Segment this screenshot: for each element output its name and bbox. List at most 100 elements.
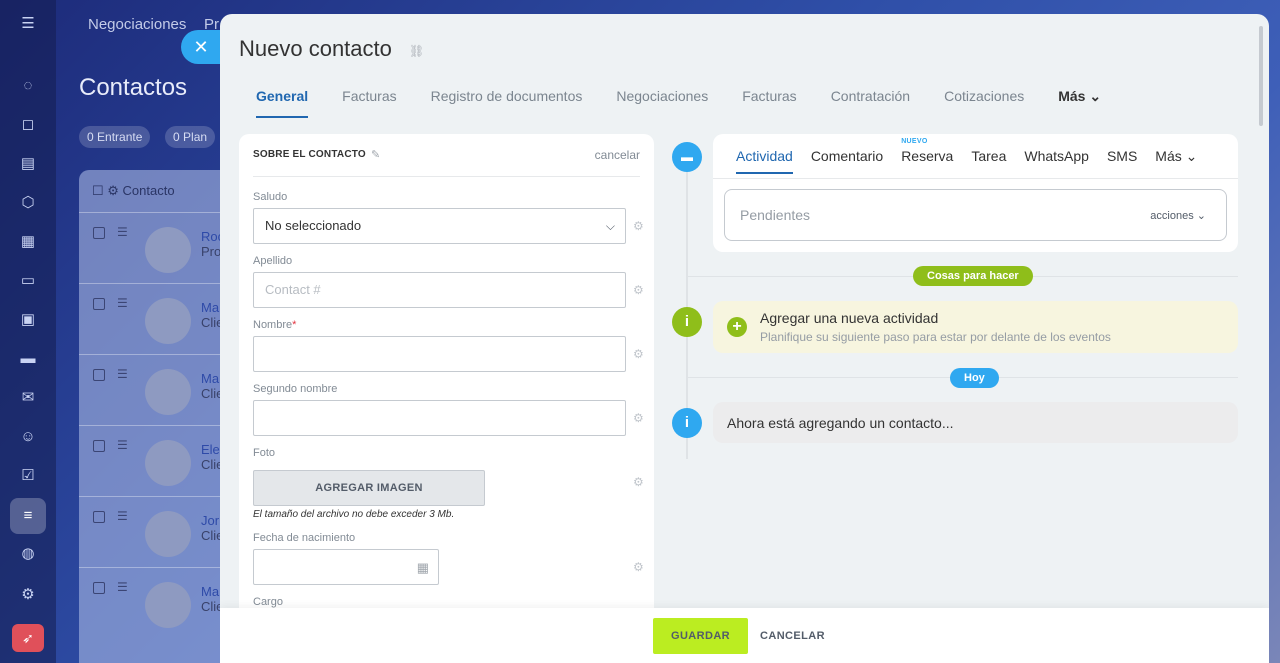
check-icon[interactable]: ☑ — [18, 466, 38, 486]
activity-editor-card: Actividad Comentario NUEVO Reserva Tarea … — [713, 134, 1238, 252]
table-row[interactable]: ☰ Ma Clie — [79, 283, 229, 354]
pending-label: Pendientes — [740, 207, 811, 223]
table-row[interactable]: ☰ Ele Clie — [79, 425, 229, 496]
gear-icon[interactable]: ⚙ — [633, 219, 644, 233]
tab-facturas[interactable]: Facturas — [342, 88, 396, 118]
tab-contratacion[interactable]: Contratación — [831, 88, 910, 118]
actions-dropdown[interactable]: acciones ⌄ — [1150, 209, 1206, 222]
table-row[interactable]: ☰ Ma Clie — [79, 354, 229, 425]
bg-chip-entrante[interactable]: 0 Entrante — [79, 126, 151, 148]
gear-icon[interactable]: ⚙ — [633, 347, 644, 361]
users-icon[interactable]: ☺ — [18, 427, 38, 447]
avatar — [145, 227, 191, 273]
avatar — [145, 582, 191, 628]
photo-label: Foto — [253, 447, 276, 459]
gear-icon[interactable]: ⚙ — [633, 283, 644, 297]
add-activity-title: Agregar una nueva actividad — [760, 310, 939, 326]
info-icon: i — [672, 408, 702, 438]
bg-nav-deals[interactable]: Negociaciones — [88, 16, 186, 33]
tab-negociaciones[interactable]: Negociaciones — [616, 88, 708, 118]
tab-sms[interactable]: SMS — [1107, 148, 1137, 174]
salutation-value: No seleccionado — [265, 218, 362, 233]
file-size-note: El tamaño del archivo no debe exceder 3 … — [253, 509, 455, 520]
tab-tarea[interactable]: Tarea — [971, 148, 1006, 174]
new-badge: NUEVO — [901, 138, 928, 145]
filter-icon[interactable]: ≡ — [18, 506, 38, 526]
card-icon[interactable]: ▬ — [18, 349, 38, 369]
tab-general[interactable]: General — [256, 88, 309, 118]
position-label: Cargo — [253, 596, 283, 608]
tab-more[interactable]: Más ⌄ — [1058, 88, 1101, 118]
bg-chip-plan[interactable]: 0 Plan — [165, 126, 216, 148]
tab-comentario[interactable]: Comentario — [811, 148, 883, 174]
contact-form-card: SOBRE EL CONTACTO ✎ cancelar Saludo No s… — [239, 134, 654, 654]
pencil-icon[interactable]: ✎ — [371, 148, 380, 161]
info-icon: i — [672, 307, 702, 337]
mail-icon[interactable]: ✉ — [18, 388, 38, 408]
add-activity-card[interactable]: + Agregar una nueva actividad Planifique… — [713, 301, 1238, 353]
scrollbar[interactable] — [1259, 26, 1263, 126]
slider-footer: GUARDAR CANCELAR — [220, 608, 1269, 663]
tab-reserva[interactable]: NUEVO Reserva — [901, 138, 953, 174]
salutation-select[interactable]: No seleccionado ⌵ — [253, 208, 626, 244]
calendar-icon[interactable]: ▦ — [417, 560, 429, 576]
tab-whatsapp[interactable]: WhatsApp — [1024, 148, 1089, 174]
tab-facturas-2[interactable]: Facturas — [742, 88, 796, 118]
link-icon[interactable]: ⛓ — [409, 44, 424, 58]
tab-cotizaciones[interactable]: Cotizaciones — [944, 88, 1024, 118]
avatar — [145, 298, 191, 344]
feed-icon[interactable]: ▤ — [18, 154, 38, 174]
bg-page-title: Contactos — [79, 74, 188, 101]
gear-icon[interactable]: ⚙ — [633, 411, 644, 425]
now-adding-card: Ahora está agregando un contacto... — [713, 402, 1238, 443]
pending-box[interactable]: Pendientes acciones ⌄ — [724, 189, 1227, 241]
rocket-icon[interactable]: ◌ — [18, 76, 38, 96]
cancel-button[interactable]: CANCELAR — [760, 618, 825, 654]
chevron-down-icon: ⌄ — [1185, 148, 1198, 164]
tab-actividad[interactable]: Actividad — [736, 148, 793, 174]
chat-icon[interactable]: ◻ — [18, 115, 38, 135]
close-slider-button[interactable]: ✕ — [181, 30, 221, 64]
menu-icon[interactable]: ☰ — [18, 14, 38, 34]
add-activity-subtitle: Planifique su siguiente paso para estar … — [760, 330, 1111, 344]
divider — [253, 176, 640, 177]
now-adding-text: Ahora está agregando un contacto... — [727, 415, 954, 431]
tab-registro-documentos[interactable]: Registro de documentos — [431, 88, 583, 118]
table-row[interactable]: ☰ Ma Clie — [79, 567, 229, 638]
avatar — [145, 369, 191, 415]
last-name-label: Apellido — [253, 255, 293, 267]
gear-icon[interactable]: ⚙ — [633, 475, 644, 489]
calendar-icon[interactable]: ▦ — [18, 232, 38, 252]
last-name-input[interactable]: Contact # — [253, 272, 626, 308]
save-button[interactable]: GUARDAR — [653, 618, 748, 654]
table-row[interactable]: ☰ Jor Clie — [79, 496, 229, 567]
chevron-down-icon: ⌵ — [605, 219, 615, 233]
middle-name-input[interactable] — [253, 400, 626, 436]
tab-more[interactable]: Más ⌄ — [1155, 148, 1197, 174]
board-icon[interactable]: ▣ — [18, 310, 38, 330]
add-image-button[interactable]: AGREGAR IMAGEN — [253, 470, 485, 506]
first-name-label: Nombre* — [253, 319, 297, 331]
section-title: SOBRE EL CONTACTO — [253, 149, 366, 160]
section-cancel-link[interactable]: cancelar — [595, 148, 640, 162]
hexagon-icon[interactable]: ⬡ — [18, 193, 38, 213]
slider-tabs: General Facturas Registro de documentos … — [239, 88, 1135, 118]
first-name-input[interactable] — [253, 336, 626, 372]
chevron-down-icon: ⌄ — [1089, 88, 1102, 104]
gear-icon[interactable]: ⚙ — [18, 585, 38, 605]
gear-icon[interactable]: ⚙ — [633, 560, 644, 574]
robot-icon[interactable]: ◍ — [18, 544, 38, 564]
table-row[interactable]: ☰ Roc Pro — [79, 212, 229, 283]
plus-icon[interactable]: + — [727, 317, 747, 337]
avatar — [145, 440, 191, 486]
middle-name-label: Segundo nombre — [253, 383, 338, 395]
document-icon[interactable]: ▭ — [18, 271, 38, 291]
rocket-app-icon[interactable]: ➶ — [12, 624, 44, 652]
new-contact-slider: Nuevo contacto ⛓ General Facturas Regist… — [220, 14, 1269, 663]
birthdate-label: Fecha de nacimiento — [253, 532, 356, 544]
left-rail: ☰ ◌ ◻ ▤ ⬡ ▦ ▭ ▣ ▬ ✉ ☺ ☑ ≡ ◍ ⚙ ➶ — [0, 0, 56, 663]
divider — [713, 178, 1238, 179]
birthdate-input[interactable]: ▦ — [253, 549, 439, 585]
todo-pill: Cosas para hacer — [913, 266, 1033, 286]
salutation-label: Saludo — [253, 191, 288, 203]
